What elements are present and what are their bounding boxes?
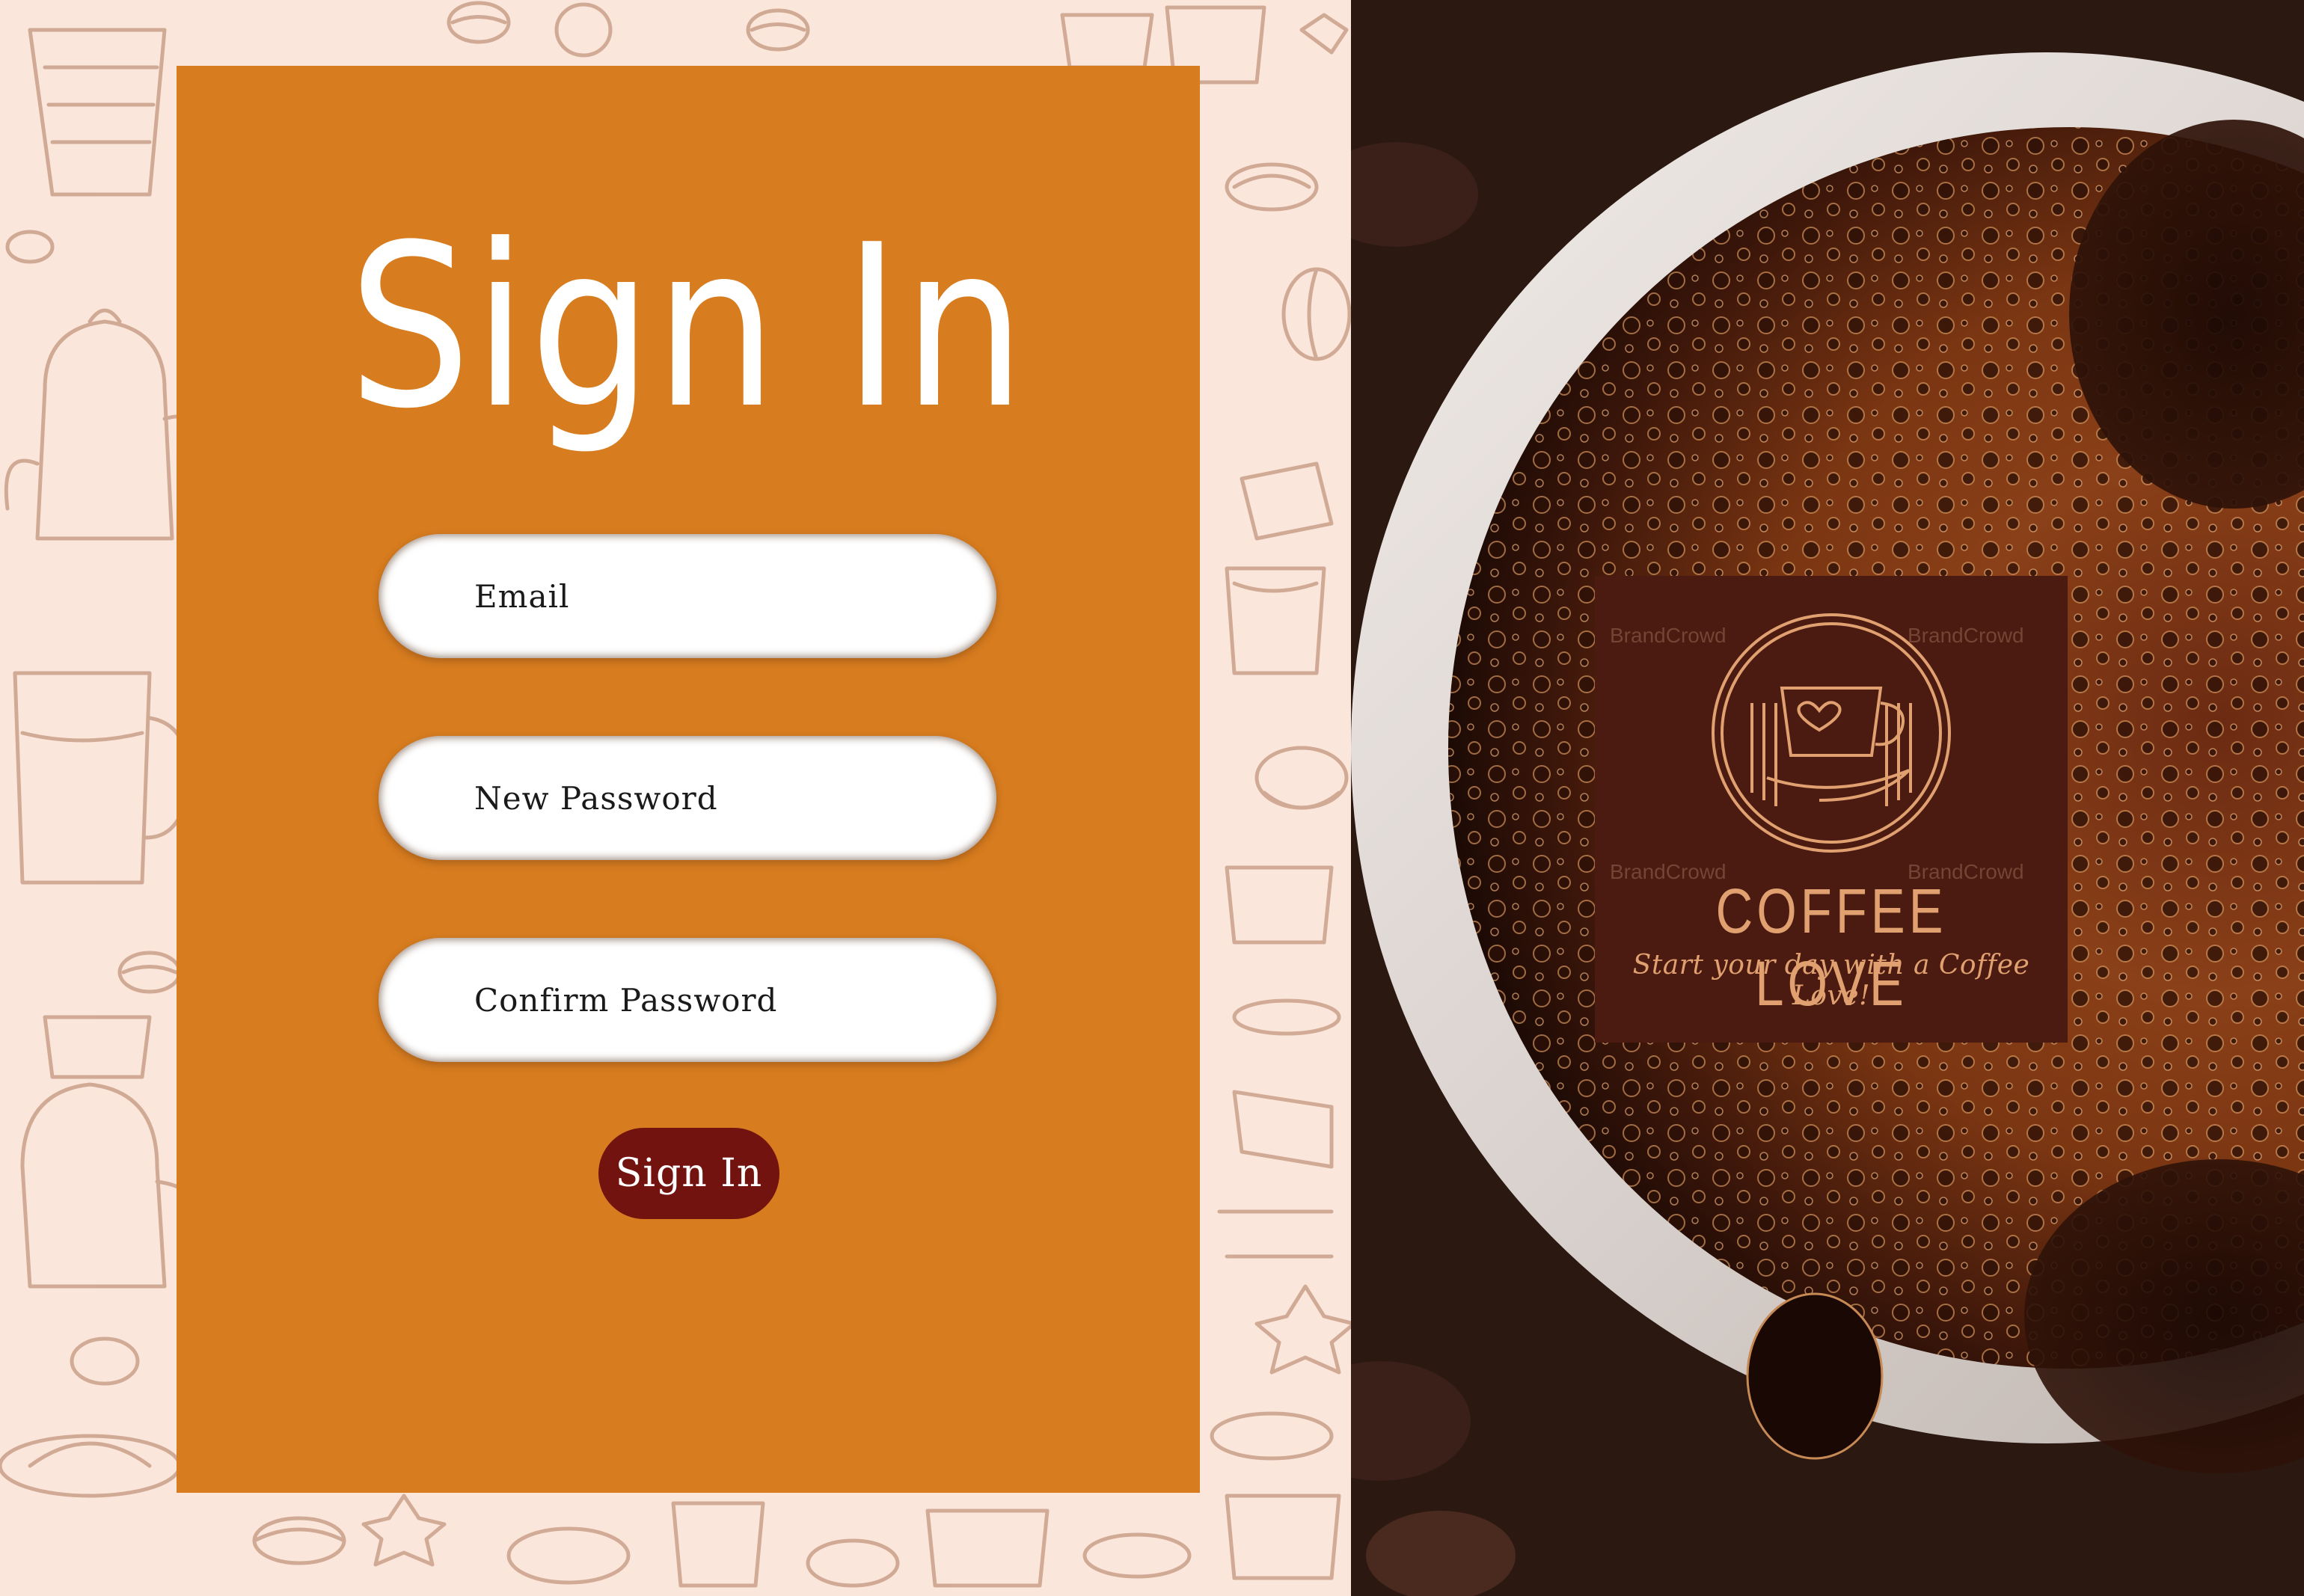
signin-card: Sign In Email New Password Confirm Passw…	[177, 66, 1200, 1493]
signin-page: Sign In Email New Password Confirm Passw…	[0, 0, 2304, 1596]
right-panel: BrandCrowd BrandCrowd BrandCrowd BrandCr…	[1351, 0, 2304, 1596]
logo-tagline: Start your day with a Coffee Love!	[1632, 950, 2030, 1011]
coffee-cup-heart-icon	[1712, 613, 1951, 853]
confirm-password-placeholder: Confirm Password	[474, 981, 778, 1019]
new-password-placeholder: New Password	[474, 779, 718, 817]
left-panel: Sign In Email New Password Confirm Passw…	[0, 0, 1351, 1596]
coffee-love-logo: BrandCrowd BrandCrowd BrandCrowd BrandCr…	[1595, 576, 2068, 1043]
signin-title: Sign In	[348, 197, 1029, 458]
brandcrowd-watermark: BrandCrowd	[1908, 624, 2024, 647]
brandcrowd-watermark: BrandCrowd	[1610, 624, 1727, 647]
email-placeholder: Email	[474, 577, 570, 615]
signin-button[interactable]: Sign In	[598, 1128, 779, 1219]
confirm-password-input[interactable]: Confirm Password	[379, 938, 996, 1062]
new-password-input[interactable]: New Password	[379, 736, 996, 860]
email-input[interactable]: Email	[379, 534, 996, 658]
